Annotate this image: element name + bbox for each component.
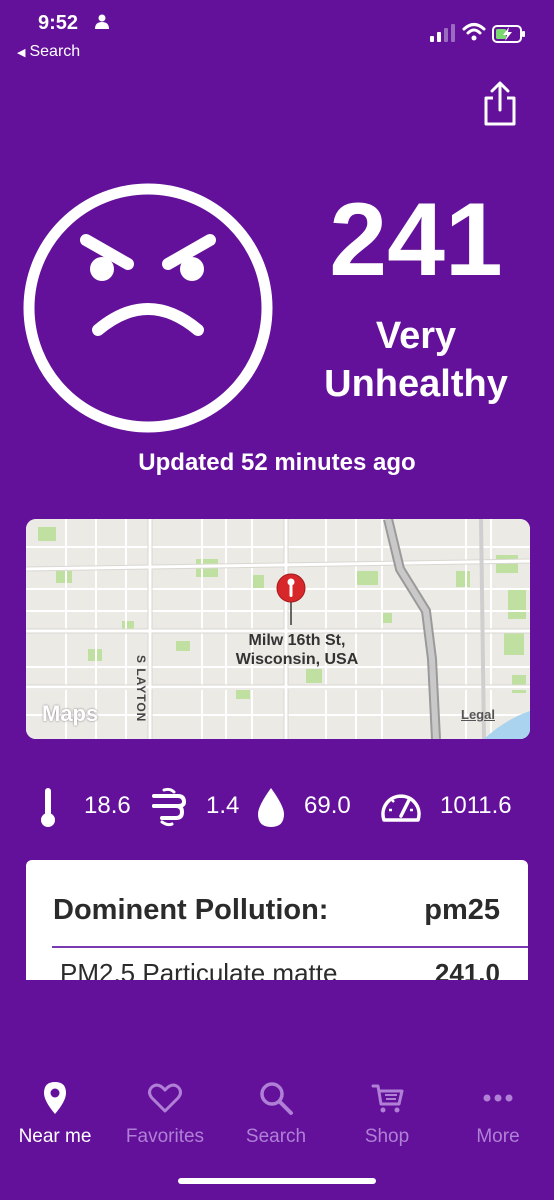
thermometer-icon (41, 788, 55, 827)
tab-search[interactable]: Search (221, 1070, 331, 1148)
location-pin-icon (44, 1082, 66, 1114)
temperature-value: 18.6 (84, 792, 131, 819)
map-address-line1: Milw 16th St, (248, 632, 346, 649)
dominant-pollution-label: Dominent Pollution: (53, 894, 329, 926)
map-address-line2: Wisconsin, USA (235, 651, 359, 668)
status-bar: 9:52 ◀ Search (0, 0, 554, 70)
share-button[interactable] (480, 80, 520, 128)
tab-more[interactable]: More (443, 1070, 553, 1148)
map-address: Milw 16th St, Wisconsin, USA (186, 631, 408, 669)
search-icon (260, 1082, 293, 1115)
tab-near-me-label: Near me (18, 1126, 92, 1147)
map-street-label: S LAYTON (134, 655, 148, 723)
wind-icon (152, 787, 187, 827)
aqi-value: 241 (329, 182, 503, 298)
status-time: 9:52 (38, 12, 79, 34)
map-legal-link[interactable]: Legal (461, 707, 495, 722)
tab-near-me[interactable]: Near me (0, 1070, 110, 1148)
back-search-label: Search (29, 43, 81, 60)
tab-more-label: More (476, 1126, 520, 1147)
wind-value: 1.4 (206, 792, 240, 819)
back-to-search-link[interactable]: ◀ Search (17, 43, 80, 61)
battery-charging-icon (492, 25, 525, 43)
weather-row: 18.6 1.4 69.0 1011.6 (0, 782, 554, 832)
tab-bar: Near me Favorites Search Shop More (0, 1070, 554, 1160)
wifi-icon (462, 23, 486, 41)
maps-logo-label: Maps (42, 701, 99, 726)
back-arrow-icon: ◀ (17, 46, 26, 59)
updated-time: Updated 52 minutes ago (138, 449, 416, 476)
angry-face-icon (23, 183, 273, 433)
card-divider (52, 946, 528, 948)
aqi-category-line2: Unhealthy (324, 363, 508, 405)
humidity-drop-icon (258, 788, 284, 827)
pollution-card: Dominent Pollution: pm25 PM2.5 Particula… (26, 860, 528, 980)
location-map[interactable]: Milw 16th St, Wisconsin, USA S LAYTON Ma… (26, 519, 530, 739)
aqi-category: Very Unhealthy (300, 312, 532, 408)
tab-shop[interactable]: Shop (332, 1070, 442, 1148)
heart-icon (148, 1083, 182, 1113)
cart-icon (371, 1084, 404, 1113)
home-indicator[interactable] (178, 1178, 376, 1184)
map-pin-icon[interactable] (276, 573, 306, 625)
tab-favorites-label: Favorites (125, 1126, 205, 1147)
tab-favorites[interactable]: Favorites (110, 1070, 220, 1148)
humidity-value: 69.0 (304, 792, 351, 819)
more-icon (483, 1094, 513, 1102)
pressure-gauge-icon (381, 794, 421, 822)
person-icon (95, 14, 109, 29)
tab-search-label: Search (245, 1126, 307, 1147)
aqi-category-line1: Very (375, 315, 457, 357)
dominant-pollution-value: pm25 (424, 894, 500, 926)
pressure-value: 1011.6 (440, 792, 512, 819)
pm25-value: 241.0 (434, 958, 500, 980)
apple-maps-logo: Maps (42, 701, 98, 727)
tab-shop-label: Shop (364, 1126, 410, 1147)
map-background (26, 519, 530, 739)
signal-icon (430, 24, 455, 42)
pm25-label: PM2.5 Particulate matte (60, 958, 338, 980)
